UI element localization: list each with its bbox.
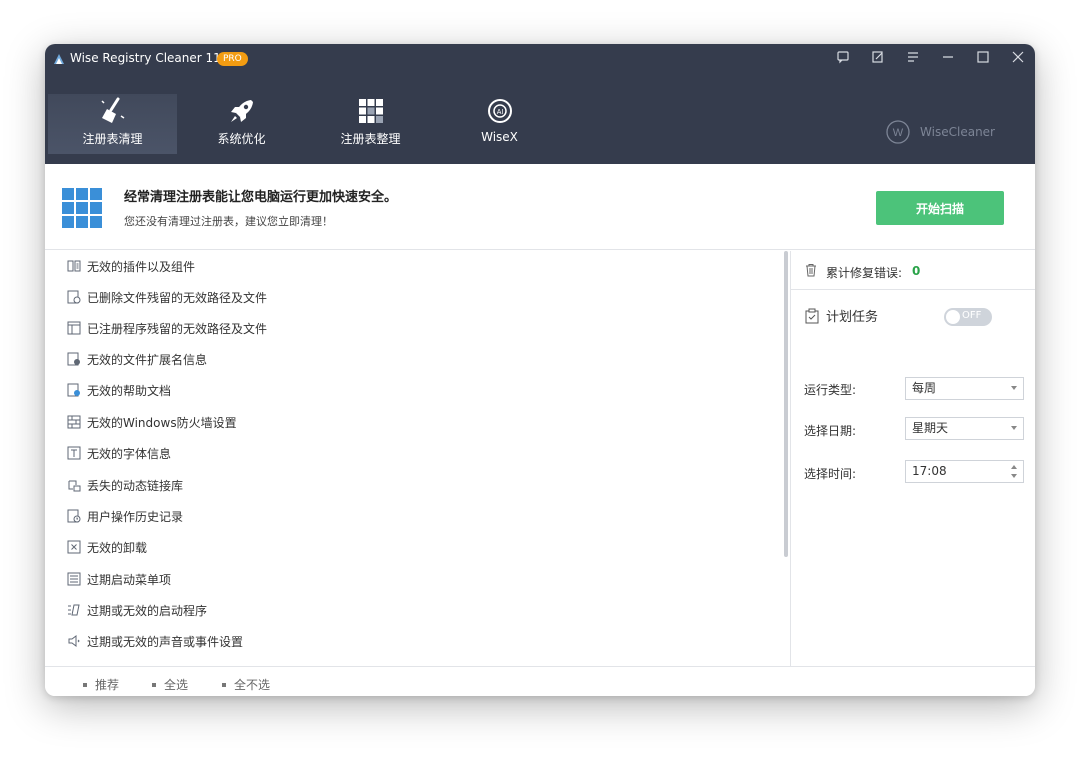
chevron-down-icon [1011,426,1017,430]
run-type-select[interactable]: 每周 [905,377,1024,400]
list-item[interactable]: 已注册程序残留的无效路径及文件 [67,318,267,338]
grid-blocks-icon [358,99,383,123]
fixed-errors-count: 0 [912,264,921,278]
windows-grid-icon [62,188,102,228]
select-all-link[interactable]: 全选 [152,676,188,693]
list-item[interactable]: 无效的字体信息 [67,443,171,463]
spin-up-icon[interactable] [1011,465,1017,469]
recommend-link[interactable]: 推荐 [83,676,119,693]
footer: 推荐 全选 全不选 [45,666,1035,696]
menu-icon[interactable] [895,44,930,70]
list-item[interactable]: 已删除文件残留的无效路径及文件 [67,287,267,307]
app-title: Wise Registry Cleaner 11 [70,51,221,65]
bullet-icon [83,682,87,687]
tab-registry-cleaner[interactable]: 注册表清理 [48,94,177,154]
edit-icon[interactable] [860,44,895,70]
ai-icon: AI [487,99,512,123]
list-item[interactable]: 过期或无效的声音或事件设置 [67,631,243,651]
date-label: 选择日期: [804,424,857,438]
file-extension-icon [67,352,80,366]
tab-system-optimize[interactable]: 系统优化 [177,94,306,154]
bullet-icon [152,682,156,687]
help-doc-icon [67,383,80,397]
svg-text:W: W [893,127,904,139]
list-item[interactable]: 无效的Windows防火墙设置 [67,412,237,432]
app-window: Wise Registry Cleaner 11 PRO 注册表清理 系统优化 … [45,44,1035,696]
startup-icon [68,604,80,616]
chevron-down-icon [1011,386,1017,390]
history-icon [67,509,81,523]
broom-icon [100,97,124,123]
header: Wise Registry Cleaner 11 PRO 注册表清理 系统优化 … [45,44,1035,164]
list-item[interactable]: 无效的帮助文档 [67,380,171,400]
dll-icon [68,480,81,492]
toggle-knob [946,310,960,324]
schedule-header: 计划任务 [804,306,878,325]
tab-registry-defrag[interactable]: 注册表整理 [306,94,435,154]
time-spinner[interactable]: 17:08 [905,460,1024,483]
sound-icon [68,635,80,647]
spin-down-icon[interactable] [1011,474,1017,478]
feedback-icon[interactable] [825,44,860,70]
maximize-icon[interactable] [965,44,1000,70]
list-scrollbar[interactable] [784,251,788,557]
list-item[interactable]: 过期或无效的启动程序 [67,600,207,620]
wisecleaner-brand[interactable]: W WiseCleaner [884,119,995,145]
window-controls [825,44,1035,74]
select-none-link[interactable]: 全不选 [222,676,270,693]
start-menu-icon [67,572,81,586]
program-file-icon [67,321,81,335]
fixed-errors-stat: 累计修复错误: 0 [791,251,1035,290]
list-item[interactable]: 用户操作历史记录 [67,506,183,526]
uninstall-icon [67,540,81,554]
scan-item-list: 无效的插件以及组件 已删除文件残留的无效路径及文件 已注册程序残留的无效路径及文… [45,251,790,666]
pro-badge: PRO [217,52,248,66]
list-item[interactable]: 无效的卸载 [67,537,147,557]
time-label: 选择时间: [804,467,857,481]
svg-text:AI: AI [496,109,503,116]
bullet-icon [222,682,226,687]
tab-wisex[interactable]: AI WiseX [435,94,564,154]
date-select[interactable]: 星期天 [905,417,1024,440]
wisecleaner-logo-icon: W [886,120,910,144]
banner-subtitle: 您还没有清理过注册表，建议您立即清理！ [124,215,333,228]
run-type-label: 运行类型: [804,383,857,397]
font-icon [67,446,81,460]
right-panel: 累计修复错误: 0 计划任务 OFF 运行类型: 每周 选择日期: 星期天 选择… [790,251,1035,666]
list-item[interactable]: 丢失的动态链接库 [67,475,183,495]
app-logo-icon [54,54,64,64]
minimize-icon[interactable] [930,44,965,70]
firewall-icon [67,415,81,429]
main-nav: 注册表清理 系统优化 注册表整理 AI WiseX [48,94,564,164]
rocket-icon [230,100,253,122]
clipboard-check-icon [805,308,819,323]
trash-icon [806,264,816,277]
list-item[interactable]: 无效的插件以及组件 [67,256,195,276]
close-icon[interactable] [1000,44,1035,70]
list-item[interactable]: 无效的文件扩展名信息 [67,349,207,369]
banner-title: 经常清理注册表能让您电脑运行更加快速安全。 [124,190,398,205]
deleted-file-icon [67,290,81,304]
list-item[interactable]: 过期启动菜单项 [67,569,171,589]
schedule-toggle[interactable]: OFF [944,308,992,326]
start-scan-button[interactable]: 开始扫描 [876,191,1004,225]
title-bar: Wise Registry Cleaner 11 PRO [45,44,1035,74]
plugin-icon [67,260,81,272]
